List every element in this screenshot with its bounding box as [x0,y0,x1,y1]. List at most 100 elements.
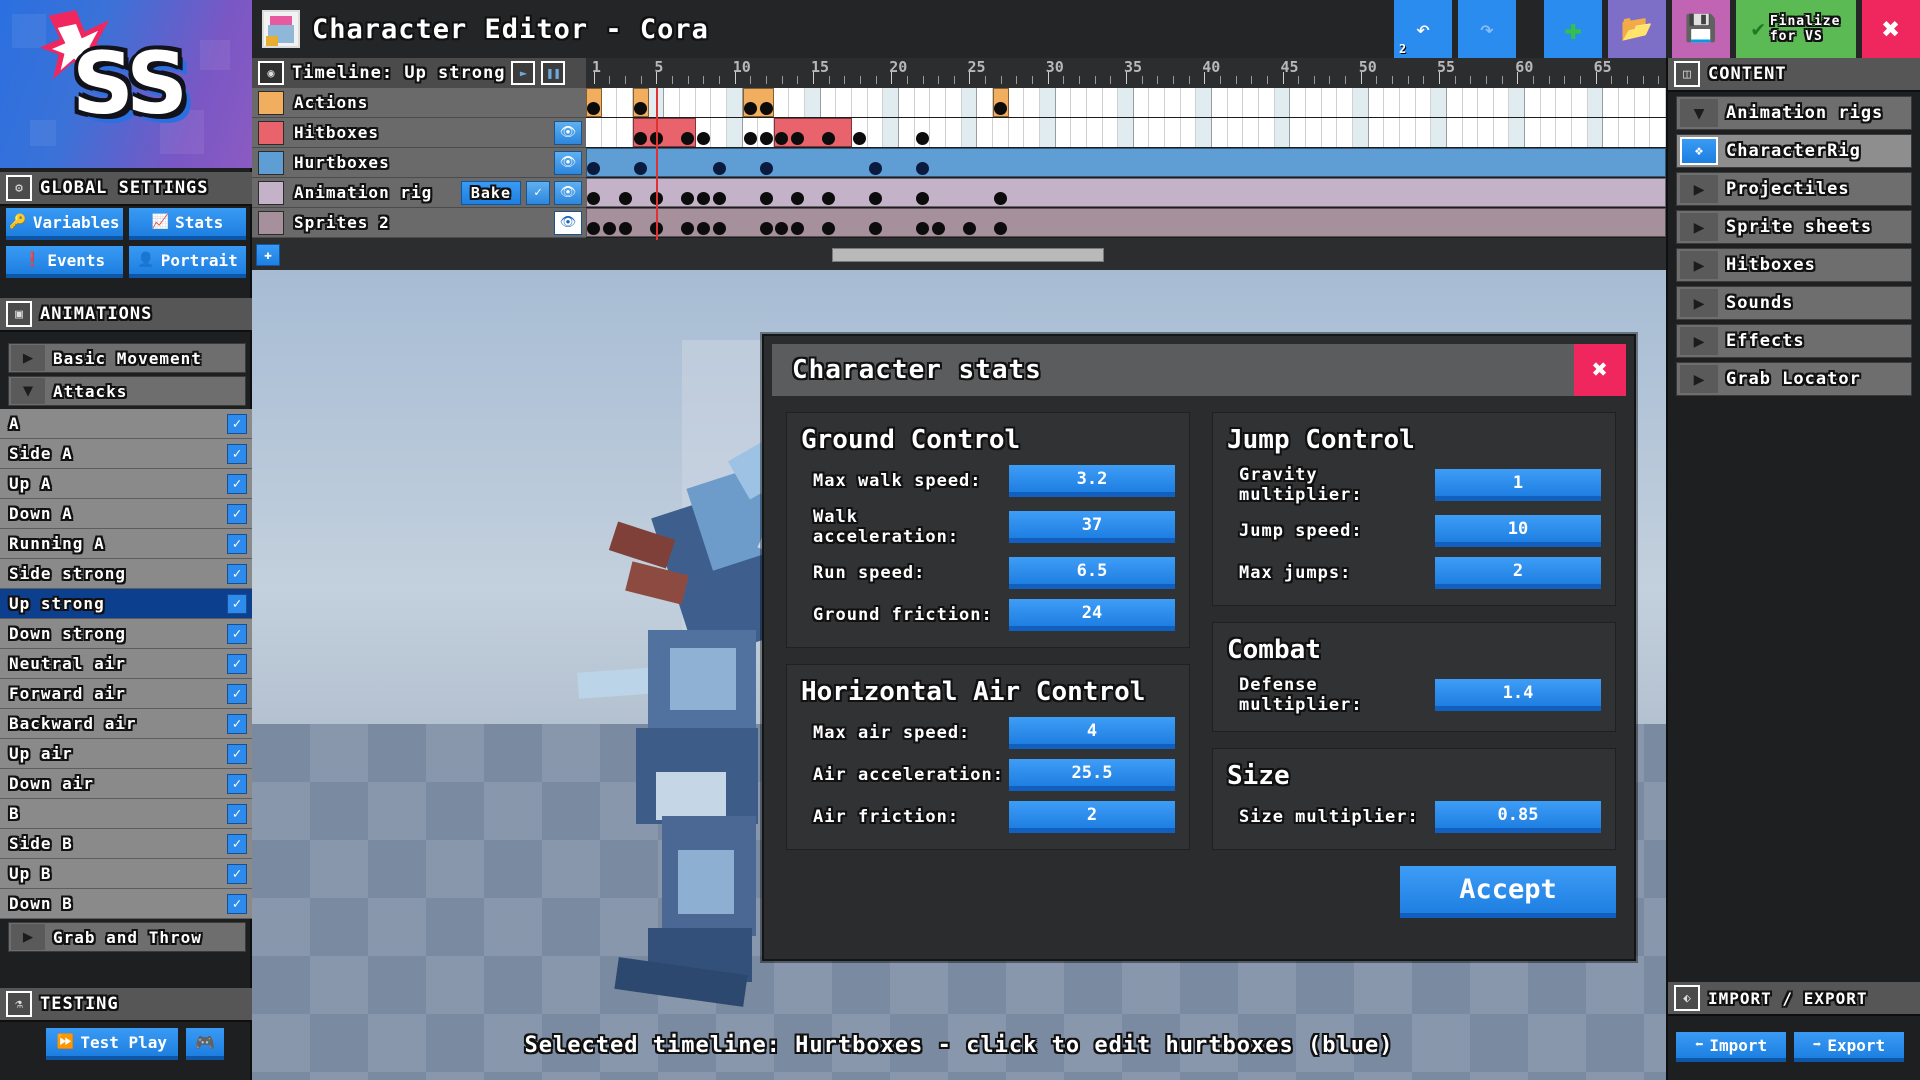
timeline-cell[interactable] [1228,118,1244,147]
timeline-cell[interactable] [1494,88,1510,117]
timeline-cell[interactable] [868,88,884,117]
timeline-cell[interactable] [852,88,868,117]
timeline-cell[interactable] [1494,118,1510,147]
content-item-effects[interactable]: ▶ Effects [1676,324,1912,358]
timeline-cell[interactable] [1588,88,1604,117]
sidebar-item-side-strong[interactable]: Side strong ✓ [0,559,252,589]
timeline-cell[interactable] [1509,118,1526,147]
keyframe-marker[interactable] [822,222,836,235]
accept-button[interactable]: Accept [1400,866,1616,918]
stat-value-input[interactable]: 37 [1009,511,1175,543]
timeline-cell[interactable] [1478,88,1494,117]
stat-value-input[interactable]: 2 [1009,801,1175,833]
stat-value-input[interactable]: 25.5 [1009,759,1175,791]
timeline-cell[interactable] [1447,118,1463,147]
timeline-pause-button[interactable]: ❚❚ [541,61,566,85]
timeline-cell[interactable] [1384,88,1400,117]
animation-folder[interactable]: ▼ Attacks [8,376,246,406]
timeline-cell[interactable] [1087,118,1103,147]
sidebar-item-up-a[interactable]: Up A ✓ [0,469,252,499]
timeline-cell[interactable] [1040,88,1056,117]
timeline-cell[interactable] [1149,88,1166,117]
timeline-cell[interactable] [1275,118,1291,147]
save-button[interactable]: 💾 [1672,0,1730,58]
timeline-cell[interactable] [1463,118,1479,147]
timeline-cell[interactable] [1056,88,1072,117]
sidebar-item-down-b[interactable]: Down B ✓ [0,889,252,919]
keyframe-marker[interactable] [712,222,726,235]
timeline-cell[interactable] [1087,88,1103,117]
keyframe-marker[interactable] [712,162,726,175]
sidebar-item-down-a[interactable]: Down A ✓ [0,499,252,529]
keyframe-marker[interactable] [931,222,945,235]
timeline-cell[interactable] [1635,118,1651,147]
sidebar-item-neutral-air[interactable]: Neutral air ✓ [0,649,252,679]
timeline-cell[interactable] [1603,118,1620,147]
keyframe-marker[interactable] [602,222,616,235]
timeline-cell[interactable] [1196,88,1213,117]
check-icon[interactable]: ✓ [227,863,247,884]
timeline-cell[interactable] [1306,88,1322,117]
timeline-cell[interactable] [1416,88,1432,117]
timeline-playhead[interactable] [656,88,659,240]
timeline-cell[interactable] [1447,88,1463,117]
timeline-cell[interactable] [821,88,837,117]
timeline-cell[interactable] [1134,118,1150,147]
sidebar-item-up-b[interactable]: Up B ✓ [0,859,252,889]
timeline-cell[interactable] [617,88,633,117]
timeline-cell[interactable] [727,88,743,117]
check-icon[interactable]: ✓ [526,180,550,205]
animation-folder[interactable]: ▶ Grab and Throw [8,922,246,952]
keyframe-marker[interactable] [743,132,757,145]
keyframe-marker[interactable] [743,102,757,115]
stat-value-input[interactable]: 3.2 [1009,465,1175,497]
sidebar-item-a[interactable]: A ✓ [0,409,252,439]
keyframe-marker[interactable] [916,132,930,145]
timeline-cell[interactable] [1118,118,1134,147]
timeline-cell[interactable] [946,88,962,117]
timeline-cell[interactable] [1290,118,1306,147]
content-item-hitboxes[interactable]: ▶ Hitboxes [1676,248,1912,282]
redo-button[interactable]: ↷ [1458,0,1516,58]
timeline-cell[interactable] [1588,118,1604,147]
check-icon[interactable]: ✓ [227,653,247,674]
sidebar-item-down-strong[interactable]: Down strong ✓ [0,619,252,649]
timeline-cell[interactable] [1322,88,1338,117]
timeline-cell[interactable] [883,118,900,147]
events-button[interactable]: ❗ Events [6,246,123,278]
timeline-cell[interactable] [1525,88,1541,117]
timeline-cell[interactable] [1572,88,1588,117]
dialog-close-button[interactable]: ✖ [1574,344,1626,396]
keyframe-marker[interactable] [869,222,883,235]
timeline-cell[interactable] [1024,118,1040,147]
visibility-icon[interactable]: 👁 [554,210,582,235]
keyframe-marker[interactable] [696,192,710,205]
sidebar-item-down-air[interactable]: Down air ✓ [0,769,252,799]
keyframe-marker[interactable] [916,162,930,175]
timeline-row-actions[interactable]: Actions [252,88,586,118]
bake-button[interactable]: Bake [460,180,521,205]
stat-value-input[interactable]: 0.85 [1435,801,1601,833]
timeline-cell[interactable] [1525,118,1541,147]
timeline-play-button[interactable]: ► [511,61,536,85]
close-button[interactable]: ✖ [1862,0,1920,58]
visibility-icon[interactable]: 👁 [554,120,582,145]
timeline-cell[interactable] [1275,88,1291,117]
timeline-cell[interactable] [977,88,993,117]
keyframe-marker[interactable] [916,222,930,235]
timeline-cell[interactable] [1149,118,1166,147]
keyframe-marker[interactable] [822,192,836,205]
timeline-cell[interactable] [1541,118,1557,147]
timeline-cell[interactable] [1243,88,1260,117]
open-button[interactable]: 📂 [1608,0,1666,58]
check-icon[interactable]: ✓ [227,713,247,734]
sidebar-item-up-strong[interactable]: Up strong ✓ [0,589,252,619]
finalize-for-vs-button[interactable]: ✔ Finalize for VS [1736,0,1856,58]
timeline-cell[interactable] [1009,118,1025,147]
timeline-span[interactable] [586,208,1666,237]
timeline-tracks[interactable] [586,88,1666,240]
keyframe-marker[interactable] [618,192,632,205]
timeline-cell[interactable] [1556,118,1573,147]
timeline-cell[interactable] [1478,118,1494,147]
timeline-cell[interactable] [1181,88,1197,117]
